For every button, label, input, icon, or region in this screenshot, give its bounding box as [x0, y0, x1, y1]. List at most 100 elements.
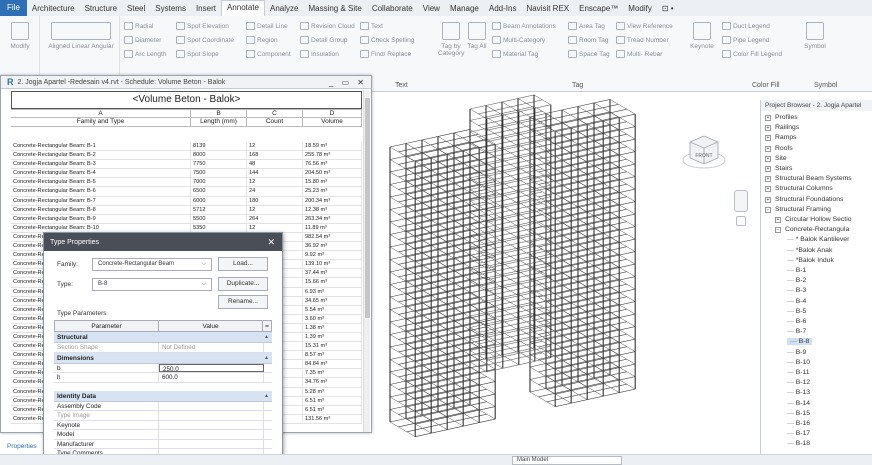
table-cell[interactable]: 24	[247, 187, 303, 196]
table-cell[interactable]: 5712	[191, 205, 247, 214]
table-cell[interactable]: 204.50 m³	[303, 169, 362, 178]
menu-massing-site[interactable]: Massing & Site	[303, 4, 366, 13]
param-row-h[interactable]: h 600.0	[54, 373, 272, 383]
table-row[interactable]: Concrete-Rectangular Beam: B-7 6000 180 200…	[11, 196, 362, 206]
menu-structure[interactable]: Structure	[80, 4, 122, 13]
menu-navisit-rex[interactable]: Navisit REX	[521, 4, 574, 13]
tree-item[interactable]: − Concrete-Rectangula	[775, 226, 849, 234]
section-structural[interactable]: Structural ▲	[54, 332, 272, 343]
table-cell[interactable]: 37.44 m³	[303, 269, 362, 278]
table-cell[interactable]: 12	[247, 223, 303, 232]
col-letter-d[interactable]: D	[303, 110, 362, 117]
table-cell[interactable]: 15.31 m³	[303, 342, 362, 351]
tree-item[interactable]: — B-3	[787, 287, 806, 294]
tree-item[interactable]: — *Balok Anak	[787, 247, 832, 254]
expand-icon[interactable]: +	[765, 176, 771, 183]
navigation-bar[interactable]	[734, 190, 750, 230]
tree-item[interactable]: + Structural Columns	[765, 185, 833, 193]
value-type-image[interactable]	[159, 411, 264, 420]
collapse-icon[interactable]: ▲	[264, 391, 269, 402]
tree-item[interactable]: + Railings	[765, 124, 799, 132]
tree-item[interactable]: + Roofs	[765, 145, 793, 152]
param-row-section-shape[interactable]: Section Shape Not Defined	[54, 343, 272, 353]
table-row[interactable]: Concrete-Rectangular Beam: B-5 7000 12 15.8…	[11, 178, 362, 188]
expand-icon[interactable]: +	[765, 115, 771, 121]
tree-item[interactable]: — B-15	[787, 410, 810, 417]
table-cell[interactable]: 200.34 m³	[303, 196, 362, 205]
tree-item[interactable]: — B-17	[787, 430, 810, 437]
table-cell[interactable]: 15.80 m³	[303, 178, 362, 187]
col-header-family-type[interactable]: Family and Type	[11, 118, 191, 126]
table-cell[interactable]: 131.56 m³	[303, 414, 362, 423]
arc-length-button[interactable]: Arc Length	[124, 50, 166, 58]
type-dropdown[interactable]: B-8 ⌵	[92, 278, 212, 291]
expand-icon[interactable]: +	[765, 125, 771, 132]
table-cell[interactable]: 982.54 m³	[303, 232, 362, 242]
table-cell[interactable]: 1.39 m³	[303, 332, 362, 342]
table-cell[interactable]: 5.28 m³	[303, 387, 362, 396]
table-cell[interactable]: Concrete-Rectangular Beam: B-1	[11, 142, 191, 151]
collapse-icon[interactable]: ▲	[264, 353, 269, 364]
value-manufacturer[interactable]	[159, 439, 264, 448]
value-keynote[interactable]	[159, 420, 264, 429]
schedule-title-bar[interactable]: R 2. Jogja Apartel -Redesain v4.rvt - Sc…	[1, 76, 371, 89]
viewcube[interactable]: FRONT	[682, 130, 726, 174]
table-cell[interactable]: Concrete-Rectangular Beam: B-9	[11, 214, 191, 223]
table-cell[interactable]: 48	[247, 160, 303, 169]
table-cell[interactable]: 18.59 m³	[303, 142, 362, 151]
tree-item[interactable]: + Circular Hollow Sectio	[775, 216, 851, 223]
tree-item[interactable]: + Stairs	[765, 165, 792, 172]
menu-enscape[interactable]: Enscape™	[574, 4, 623, 13]
expand-icon[interactable]: +	[765, 135, 771, 142]
tree-item[interactable]: — B-7	[787, 328, 806, 335]
room-tag-button[interactable]: Room Tag	[568, 36, 609, 44]
table-cell[interactable]: 6.93 m³	[303, 287, 362, 296]
table-cell[interactable]: Concrete-Rectangular Beam: B-4	[11, 169, 191, 178]
schedule-scrollbar[interactable]	[363, 90, 370, 432]
check-spelling-button[interactable]: Check Spelling	[360, 36, 414, 44]
table-cell[interactable]: Concrete-Rectangular Beam: B-2	[11, 151, 191, 160]
find-replace-button[interactable]: Find/ Replace	[360, 50, 411, 58]
tag-by-category-button[interactable]: Tag by Category	[438, 22, 464, 57]
table-cell[interactable]: 139.10 m³	[303, 260, 362, 269]
param-row-model[interactable]: Model	[54, 430, 272, 440]
insulation-button[interactable]: Insulation	[300, 50, 339, 58]
tree-item[interactable]: + Site	[765, 155, 787, 162]
tree-item[interactable]: — B-18	[787, 440, 810, 447]
table-row[interactable]: Concrete-Rectangular Beam: B-6 6500 24 25.2…	[11, 187, 362, 197]
table-cell[interactable]: 34.65 m³	[303, 296, 362, 305]
table-cell[interactable]: 9.92 m³	[303, 251, 362, 260]
table-cell[interactable]: 7750	[191, 160, 247, 169]
menu-architecture[interactable]: Architecture	[27, 4, 80, 13]
table-cell[interactable]: 255.78 m³	[303, 151, 362, 160]
table-cell[interactable]: 5.54 m³	[303, 305, 362, 314]
param-row-manufacturer[interactable]: Manufacturer	[54, 439, 272, 449]
table-cell[interactable]: 8139	[191, 142, 247, 151]
value-b-input[interactable]: 250.0	[159, 363, 264, 373]
tread-number-button[interactable]: Tread Number	[616, 36, 669, 44]
steering-wheel-icon[interactable]	[734, 190, 748, 212]
menu-insert[interactable]: Insert	[191, 4, 221, 13]
table-cell[interactable]: 12	[247, 142, 303, 151]
menu-view[interactable]: View	[418, 4, 445, 13]
symbol-button[interactable]: Symbol	[802, 22, 828, 50]
tree-item[interactable]: — B-14	[787, 400, 810, 407]
section-identity-data[interactable]: Identity Data ▲	[54, 390, 272, 402]
tree-item[interactable]: — B-11	[787, 369, 810, 376]
table-cell[interactable]: Concrete-Rectangular Beam: B-10	[11, 223, 191, 232]
expand-icon[interactable]: +	[765, 155, 771, 162]
detail-group-button[interactable]: Detail Group	[300, 36, 348, 44]
space-tag-button[interactable]: Space Tag	[568, 50, 610, 58]
collapse-icon[interactable]: −	[765, 206, 771, 213]
tree-item[interactable]: — B-9	[787, 349, 806, 356]
col-letter-c[interactable]: C	[247, 110, 303, 117]
table-row[interactable]: Concrete-Rectangular Beam: B-2 8000 168 255…	[11, 151, 362, 161]
table-cell[interactable]: 6500	[191, 187, 247, 196]
area-tag-button[interactable]: Area Tag	[568, 22, 605, 30]
table-cell[interactable]: 8000	[191, 151, 247, 160]
table-cell[interactable]: 25.23 m³	[303, 187, 362, 196]
modify-button[interactable]: Modify	[6, 22, 34, 50]
param-row-b[interactable]: b 250.0	[54, 363, 272, 373]
table-cell[interactable]: 144	[247, 169, 303, 178]
load-button[interactable]: Load...	[218, 257, 268, 271]
